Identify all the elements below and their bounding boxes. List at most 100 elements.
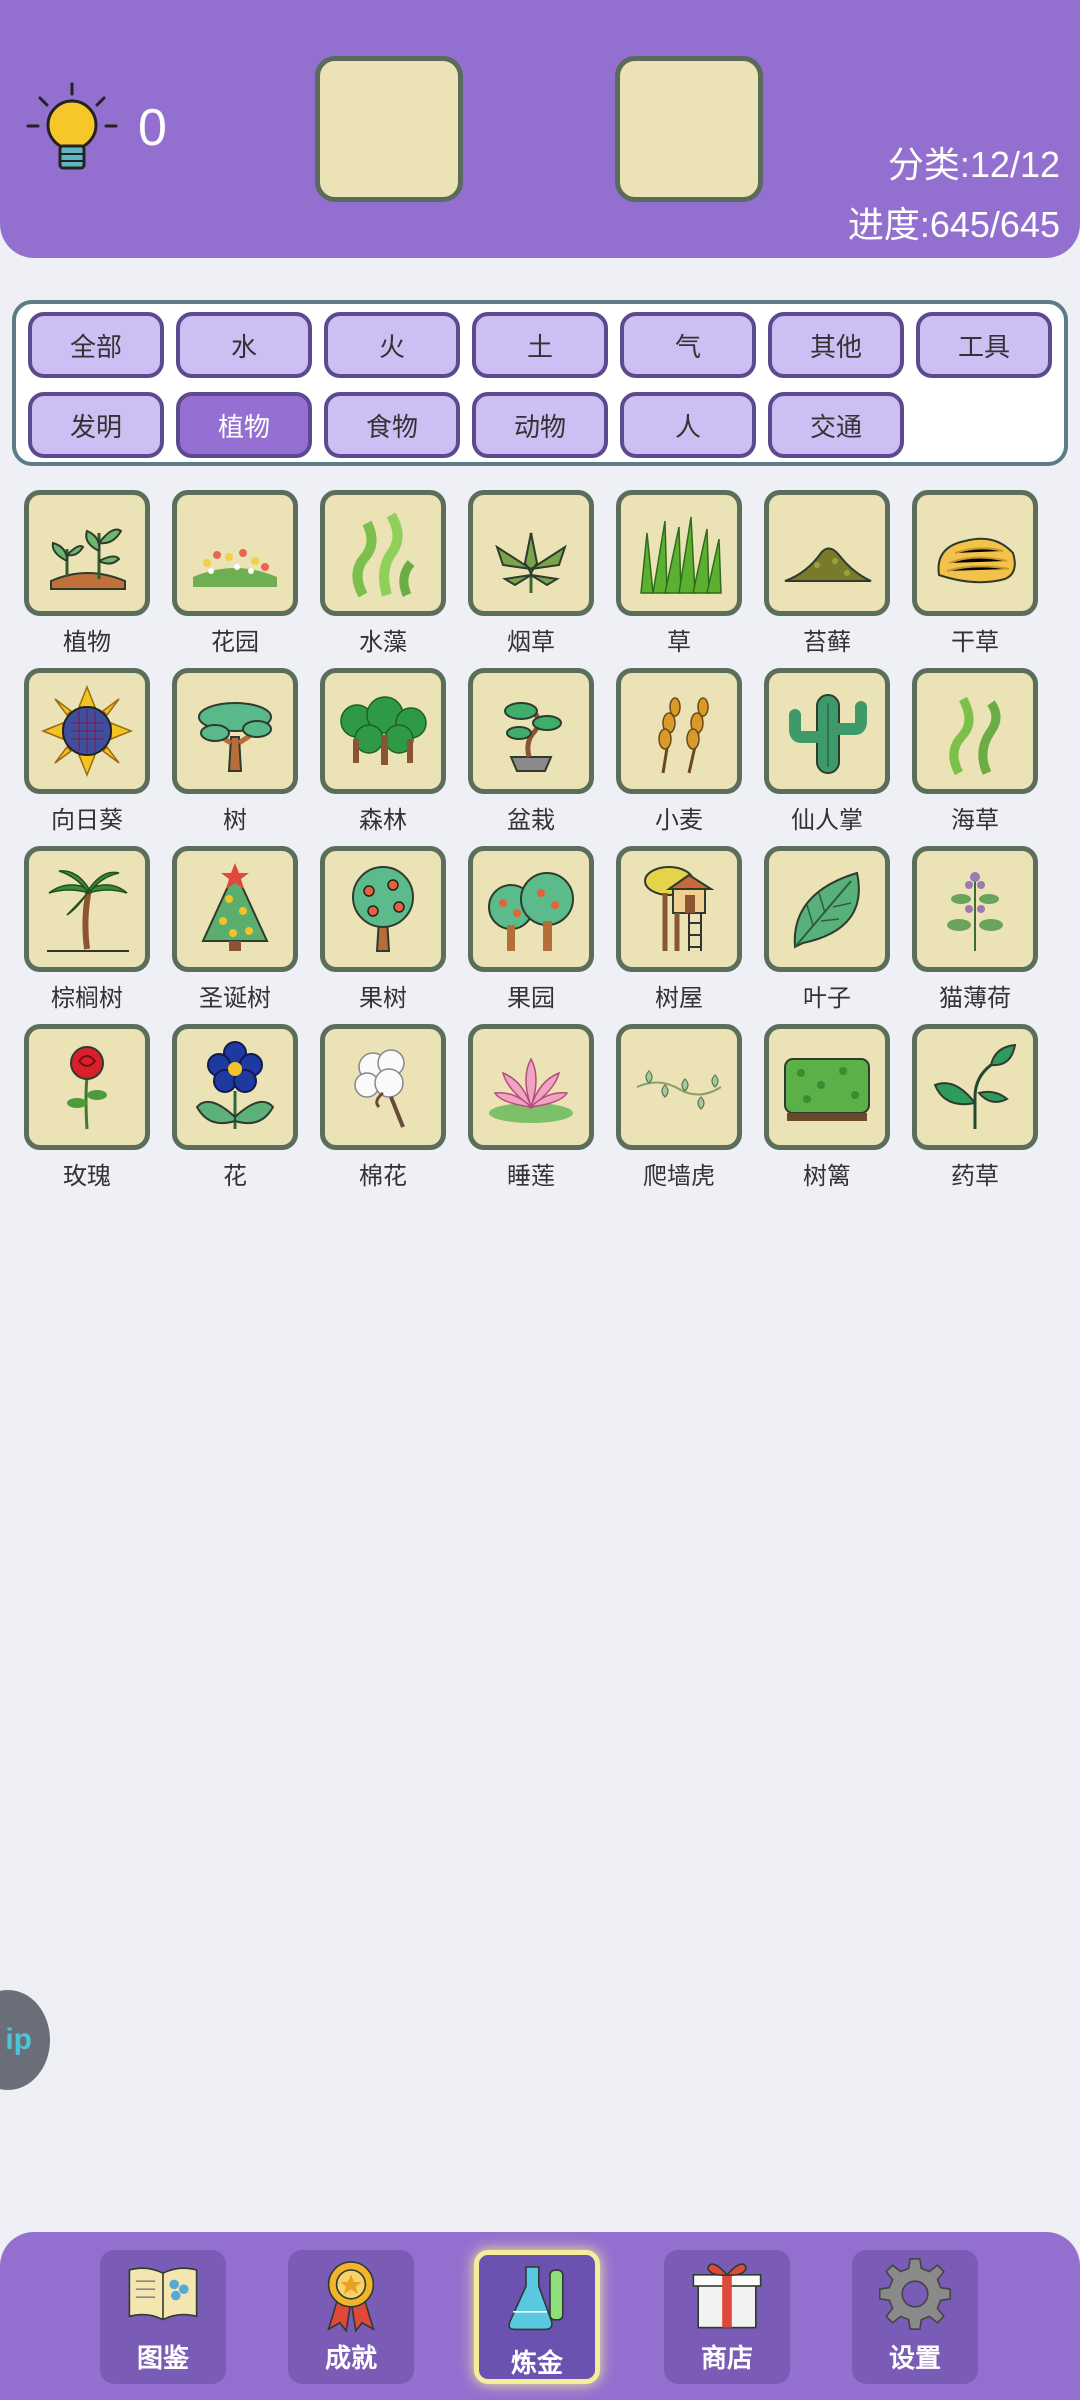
category-stat: 分类:12/12 xyxy=(887,144,1060,185)
seaweed-icon xyxy=(912,668,1038,794)
nav-gear-button[interactable]: 设置 xyxy=(852,2250,978,2384)
element-label: 树屋 xyxy=(655,984,703,1012)
element-card[interactable]: 棕榈树 xyxy=(24,846,150,1016)
forest-icon xyxy=(320,668,446,794)
nav-flask-button[interactable]: 炼金 xyxy=(474,2250,600,2384)
element-card[interactable]: 森林 xyxy=(320,668,446,838)
filter-chip[interactable]: 发明 xyxy=(28,392,164,458)
element-label: 药草 xyxy=(951,1162,999,1190)
tree-icon xyxy=(172,668,298,794)
filter-chip[interactable]: 水 xyxy=(176,312,312,378)
book-icon xyxy=(123,2254,203,2334)
element-label: 圣诞树 xyxy=(199,984,271,1012)
element-card[interactable]: 药草 xyxy=(912,1024,1038,1194)
wheat-icon xyxy=(616,668,742,794)
filter-chip[interactable]: 土 xyxy=(472,312,608,378)
filter-chip[interactable]: 人 xyxy=(620,392,756,458)
element-label: 向日葵 xyxy=(51,806,123,834)
element-card[interactable]: 烟草 xyxy=(468,490,594,660)
combine-slot-left[interactable] xyxy=(315,56,463,202)
filter-chip[interactable]: 动物 xyxy=(472,392,608,458)
lightbulb-icon[interactable] xyxy=(22,80,122,180)
combine-slot-right[interactable] xyxy=(615,56,763,202)
flower-garden-icon xyxy=(172,490,298,616)
nav-label: 商店 xyxy=(700,2344,753,2374)
element-label: 树篱 xyxy=(803,1162,851,1190)
element-label: 果园 xyxy=(507,984,555,1012)
element-card[interactable]: 水藻 xyxy=(320,490,446,660)
sunflower-icon xyxy=(24,668,150,794)
element-card[interactable]: 向日葵 xyxy=(24,668,150,838)
element-label: 植物 xyxy=(63,628,111,656)
element-label: 草 xyxy=(667,628,691,656)
element-card[interactable]: 海草 xyxy=(912,668,1038,838)
palm-tree-icon xyxy=(24,846,150,972)
filter-chip[interactable]: 交通 xyxy=(768,392,904,458)
progress-stat: 进度:645/645 xyxy=(847,204,1060,245)
element-card[interactable]: 树 xyxy=(172,668,298,838)
element-label: 果树 xyxy=(359,984,407,1012)
element-card[interactable]: 盆栽 xyxy=(468,668,594,838)
element-card[interactable]: 植物 xyxy=(24,490,150,660)
element-card[interactable]: 草 xyxy=(616,490,742,660)
element-card[interactable]: 仙人掌 xyxy=(764,668,890,838)
plant-sprouts-icon xyxy=(24,490,150,616)
nav-gift-button[interactable]: 商店 xyxy=(664,2250,790,2384)
hedge-icon xyxy=(764,1024,890,1150)
gift-icon xyxy=(687,2254,767,2334)
leaf-icon xyxy=(764,846,890,972)
nav-label: 成就 xyxy=(324,2344,377,2374)
element-label: 花园 xyxy=(211,628,259,656)
element-card[interactable]: 树屋 xyxy=(616,846,742,1016)
treehouse-icon xyxy=(616,846,742,972)
medal-icon xyxy=(311,2254,391,2334)
element-card[interactable]: 花园 xyxy=(172,490,298,660)
element-card[interactable]: 果树 xyxy=(320,846,446,1016)
element-card[interactable]: 苔藓 xyxy=(764,490,890,660)
element-label: 海草 xyxy=(951,806,999,834)
element-label: 仙人掌 xyxy=(791,806,863,834)
grass-icon xyxy=(616,490,742,616)
filter-chip[interactable]: 食物 xyxy=(324,392,460,458)
orchard-icon xyxy=(468,846,594,972)
hint-count: 0 xyxy=(138,99,167,157)
fruit-tree-icon xyxy=(320,846,446,972)
filter-chip[interactable]: 植物 xyxy=(176,392,312,458)
filter-chip[interactable]: 工具 xyxy=(916,312,1052,378)
rose-icon xyxy=(24,1024,150,1150)
filter-chip[interactable]: 气 xyxy=(620,312,756,378)
element-label: 树 xyxy=(223,806,247,834)
element-card[interactable]: 棉花 xyxy=(320,1024,446,1194)
algae-icon xyxy=(320,490,446,616)
element-label: 干草 xyxy=(951,628,999,656)
herb-icon xyxy=(912,1024,1038,1150)
nav-book-button[interactable]: 图鉴 xyxy=(100,2250,226,2384)
filter-chip[interactable]: 全部 xyxy=(28,312,164,378)
nav-label: 设置 xyxy=(888,2344,941,2374)
element-card[interactable]: 睡莲 xyxy=(468,1024,594,1194)
element-label: 盆栽 xyxy=(507,806,555,834)
element-card[interactable]: 猫薄荷 xyxy=(912,846,1038,1016)
nav-medal-button[interactable]: 成就 xyxy=(288,2250,414,2384)
element-label: 爬墙虎 xyxy=(643,1162,715,1190)
element-card[interactable]: 干草 xyxy=(912,490,1038,660)
christmas-tree-icon xyxy=(172,846,298,972)
filter-chip[interactable]: 火 xyxy=(324,312,460,378)
element-card[interactable]: 叶子 xyxy=(764,846,890,1016)
element-label: 叶子 xyxy=(803,984,851,1012)
element-card[interactable]: 小麦 xyxy=(616,668,742,838)
category-filter-panel: 全部水火土气其他 工具发明 植物 食物 动物人交通 xyxy=(12,300,1068,466)
element-label: 烟草 xyxy=(507,628,555,656)
floating-side-button[interactable]: ip xyxy=(0,1990,50,2090)
element-card[interactable]: 圣诞树 xyxy=(172,846,298,1016)
flower-icon xyxy=(172,1024,298,1150)
element-card[interactable]: 花 xyxy=(172,1024,298,1194)
catnip-icon xyxy=(912,846,1038,972)
element-card[interactable]: 玫瑰 xyxy=(24,1024,150,1194)
filter-chip[interactable]: 其他 xyxy=(768,312,904,378)
element-label: 花 xyxy=(223,1162,247,1190)
element-card[interactable]: 果园 xyxy=(468,846,594,1016)
water-lily-icon xyxy=(468,1024,594,1150)
element-card[interactable]: 爬墙虎 xyxy=(616,1024,742,1194)
element-card[interactable]: 树篱 xyxy=(764,1024,890,1194)
